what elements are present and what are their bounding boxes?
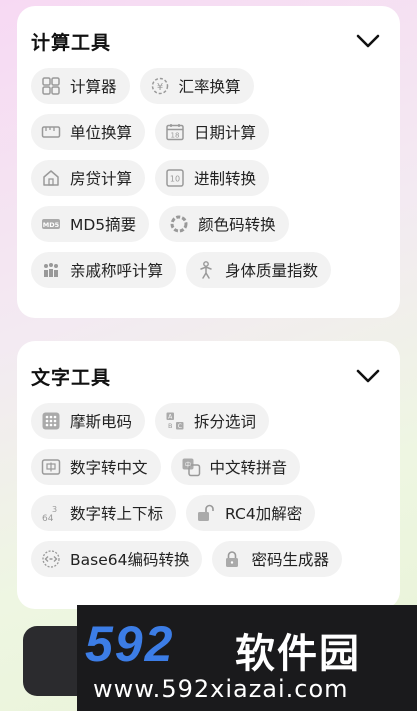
unlock-icon	[195, 502, 217, 524]
chip-label: MD5摘要	[70, 216, 137, 234]
chip-label: 身体质量指数	[225, 262, 319, 280]
chip-label: Base64编码转换	[70, 551, 190, 569]
color-wheel-icon	[168, 213, 190, 235]
currency-icon: ¥	[149, 75, 171, 97]
chip-label: 单位换算	[70, 124, 133, 142]
tool-morse[interactable]: 摩斯电码	[31, 403, 146, 439]
calc-tools-header[interactable]: 计算工具	[31, 6, 386, 76]
svg-text:C: C	[178, 423, 182, 430]
svg-text:中: 中	[185, 461, 191, 469]
tool-num-to-chinese[interactable]: 数字转中文	[31, 449, 161, 485]
svg-text:64: 64	[42, 514, 54, 523]
chip-label: 进制转换	[194, 170, 257, 188]
binary-icon: 10	[164, 167, 186, 189]
chip-label: 数字转中文	[70, 459, 148, 477]
lock-icon	[221, 548, 243, 570]
svg-text:10: 10	[170, 175, 180, 184]
tool-password-gen[interactable]: 密码生成器	[212, 541, 342, 577]
tool-unit-convert[interactable]: 单位换算	[31, 114, 146, 150]
superscript-icon: 3 64	[40, 502, 62, 524]
chevron-down-icon[interactable]	[354, 27, 382, 55]
text-tools-header[interactable]: 文字工具	[31, 341, 386, 411]
people-icon	[40, 259, 62, 281]
letters-icon: ACB	[164, 410, 186, 432]
code-icon	[40, 548, 62, 570]
chip-label: 摩斯电码	[70, 413, 133, 431]
calculator-icon	[40, 75, 62, 97]
svg-text:B: B	[168, 422, 172, 430]
watermark-number: 592	[85, 616, 175, 672]
chinese-char-icon	[40, 456, 62, 478]
tool-chinese-to-pinyin[interactable]: 中 中文转拼音	[170, 449, 301, 485]
text-tools-card: 文字工具 摩斯电码 ACB 拆分选词 数字转中文 中 中文转拼音 3 64 数字…	[17, 341, 400, 609]
chip-label: 计算器	[70, 78, 117, 96]
tool-rc4[interactable]: RC4加解密	[186, 495, 316, 531]
tool-base-convert[interactable]: 10 进制转换	[155, 160, 270, 196]
chip-label: 拆分选词	[194, 413, 257, 431]
svg-text:3: 3	[52, 505, 57, 514]
tool-color-code[interactable]: 颜色码转换	[159, 206, 289, 242]
chip-label: 颜色码转换	[198, 216, 276, 234]
chip-label: 中文转拼音	[209, 459, 288, 477]
body-icon	[195, 259, 217, 281]
tool-mortgage[interactable]: 房贷计算	[31, 160, 146, 196]
watermark-url: www.592xiazai.com	[93, 675, 349, 703]
calc-tools-card: 计算工具 计算器 ¥ 汇率换算 单位换算 18 日期计算 房贷计算 10 进制转…	[17, 6, 400, 318]
md5-icon: MD5	[40, 213, 62, 235]
svg-text:18: 18	[171, 132, 180, 140]
chevron-down-icon[interactable]	[354, 362, 382, 390]
tool-bmi[interactable]: 身体质量指数	[186, 252, 332, 288]
chip-label: 亲戚称呼计算	[70, 262, 164, 280]
chip-label: 房贷计算	[70, 170, 133, 188]
chip-label: 密码生成器	[251, 551, 329, 569]
tool-relatives[interactable]: 亲戚称呼计算	[31, 252, 177, 288]
tool-currency[interactable]: ¥ 汇率换算	[139, 68, 254, 104]
house-icon	[40, 167, 62, 189]
tool-calculator[interactable]: 计算器	[31, 68, 130, 104]
chip-label: 日期计算	[194, 124, 257, 142]
tool-date-calc[interactable]: 18 日期计算	[155, 114, 270, 150]
ruler-icon	[40, 121, 62, 143]
svg-text:¥: ¥	[156, 82, 162, 93]
tool-split-words[interactable]: ACB 拆分选词	[155, 403, 270, 439]
watermark-banner: 592 软件园 www.592xiazai.com	[77, 605, 417, 711]
keypad-icon	[40, 410, 62, 432]
tool-base64[interactable]: Base64编码转换	[31, 541, 203, 577]
chip-label: RC4加解密	[225, 505, 303, 523]
chip-label: 数字转上下标	[70, 505, 164, 523]
svg-text:MD5: MD5	[43, 221, 60, 229]
watermark-brand: 软件园	[235, 631, 361, 677]
calendar-icon: 18	[164, 121, 186, 143]
section-title: 计算工具	[31, 31, 112, 54]
section-title: 文字工具	[31, 366, 112, 389]
tool-md5[interactable]: MD5 MD5摘要	[31, 206, 150, 242]
chip-label: 汇率换算	[178, 78, 241, 96]
tool-superscript[interactable]: 3 64 数字转上下标	[31, 495, 177, 531]
pinyin-icon: 中	[180, 456, 202, 478]
